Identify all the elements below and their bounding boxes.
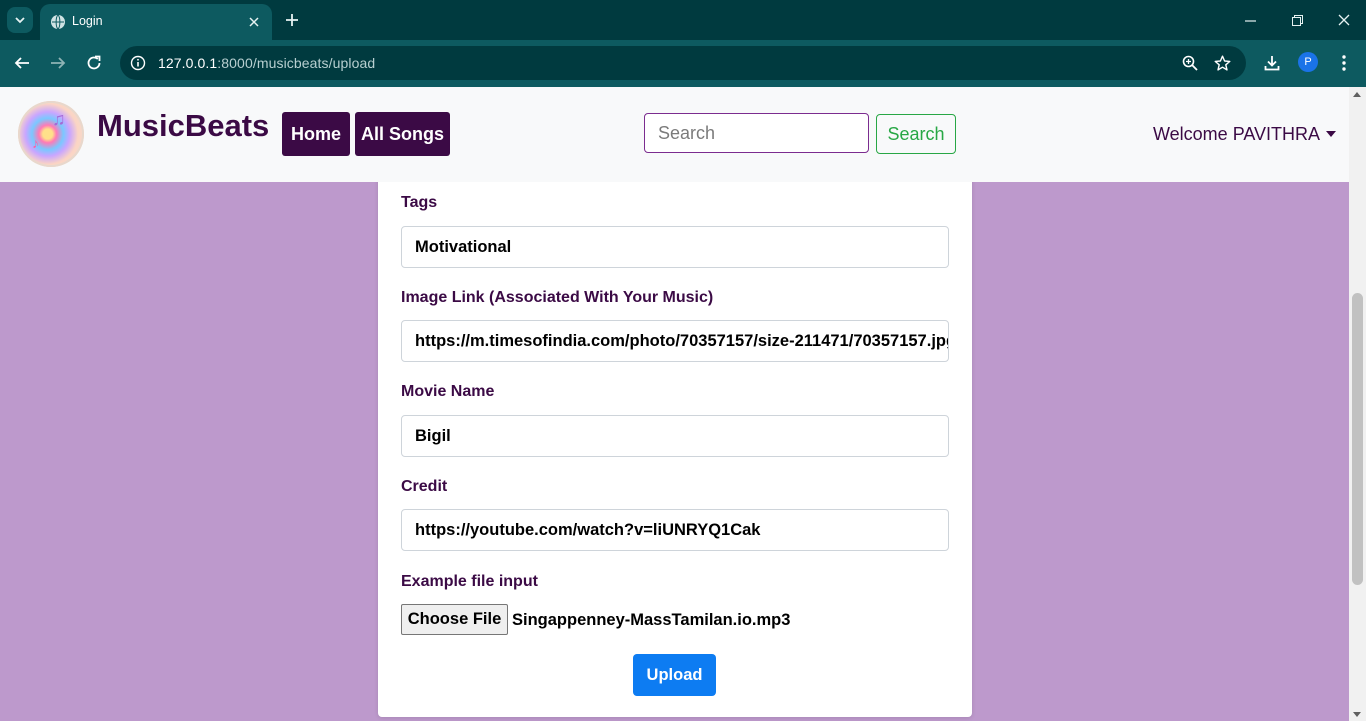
home-button[interactable]: Home [282, 112, 350, 156]
site-info-icon[interactable] [128, 53, 148, 73]
image-link-field[interactable]: https://m.timesofindia.com/photo/7035715… [401, 320, 949, 362]
search-input[interactable]: Search [644, 113, 869, 153]
selected-file-name: Singappenney-MassTamilan.io.mp3 [512, 611, 791, 629]
scrollbar-thumb[interactable] [1352, 293, 1363, 585]
brand-name[interactable]: MusicBeats [97, 108, 269, 144]
forward-icon[interactable] [47, 52, 69, 74]
minimize-icon[interactable] [1240, 10, 1260, 30]
globe-icon [51, 14, 65, 30]
browser-tab-strip: Login [0, 0, 1366, 40]
browser-toolbar: 127.0.0.1:8000/musicbeats/upload P [0, 40, 1366, 87]
music-note-icon: ♫ [52, 109, 66, 129]
zoom-icon[interactable] [1180, 53, 1200, 73]
menu-kebab-icon[interactable] [1334, 52, 1354, 74]
page-scrollbar[interactable] [1349, 87, 1366, 721]
back-icon[interactable] [11, 52, 33, 74]
profile-avatar[interactable]: P [1298, 52, 1318, 72]
credit-label: Credit [401, 478, 448, 495]
tags-label: Tags [401, 194, 438, 211]
tab-search-button[interactable] [7, 7, 33, 33]
site-navbar: ♫ ♪ MusicBeats Home All Songs Search Sea… [0, 87, 1349, 182]
image-link-label: Image Link (Associated With Your Music) [401, 289, 714, 306]
scroll-up-arrow-icon[interactable] [1353, 92, 1361, 97]
credit-field[interactable]: https://youtube.com/watch?v=liUNRYQ1Cak [401, 509, 949, 551]
musicbeats-logo[interactable]: ♫ ♪ [18, 101, 84, 167]
tab-title: Login [72, 14, 103, 28]
upload-button[interactable]: Upload [633, 654, 716, 696]
movie-name-field[interactable]: Bigil [401, 415, 949, 457]
reload-icon[interactable] [83, 52, 105, 74]
new-tab-icon[interactable] [282, 10, 302, 30]
welcome-text: Welcome PAVITHRA [1153, 124, 1321, 144]
caret-down-icon [1326, 131, 1337, 137]
image-link-value: https://m.timesofindia.com/photo/7035715… [415, 331, 949, 350]
user-menu-dropdown[interactable]: Welcome PAVITHRA [1153, 124, 1337, 145]
all-songs-button[interactable]: All Songs [355, 112, 450, 156]
movie-name-value: Bigil [415, 426, 451, 445]
tags-value: Motivational [415, 237, 512, 256]
page-viewport: ♫ ♪ MusicBeats Home All Songs Search Sea… [0, 87, 1349, 721]
download-icon[interactable] [1261, 52, 1283, 74]
search-button[interactable]: Search [876, 114, 956, 154]
choose-file-button[interactable]: Choose File [401, 604, 508, 635]
browser-tab[interactable]: Login [40, 4, 272, 40]
restore-icon[interactable] [1287, 10, 1307, 30]
movie-name-label: Movie Name [401, 383, 495, 400]
scroll-down-arrow-icon[interactable] [1353, 712, 1361, 717]
url-host: 127.0.0.1 [158, 55, 218, 71]
url-text[interactable]: 127.0.0.1:8000/musicbeats/upload [158, 55, 375, 71]
bookmark-star-icon[interactable] [1212, 53, 1232, 73]
upload-form-card: Tags Motivational Image Link (Associated… [378, 147, 972, 717]
search-placeholder: Search [658, 122, 716, 143]
music-note-icon: ♪ [32, 135, 39, 151]
address-bar[interactable]: 127.0.0.1:8000/musicbeats/upload [120, 46, 1246, 80]
close-window-icon[interactable] [1334, 10, 1354, 30]
close-tab-icon[interactable] [245, 13, 263, 31]
chevron-down-icon [15, 17, 25, 24]
file-input-label: Example file input [401, 573, 538, 590]
tags-field[interactable]: Motivational [401, 226, 949, 268]
url-path: :8000/musicbeats/upload [217, 55, 376, 71]
credit-value: https://youtube.com/watch?v=liUNRYQ1Cak [415, 520, 761, 539]
